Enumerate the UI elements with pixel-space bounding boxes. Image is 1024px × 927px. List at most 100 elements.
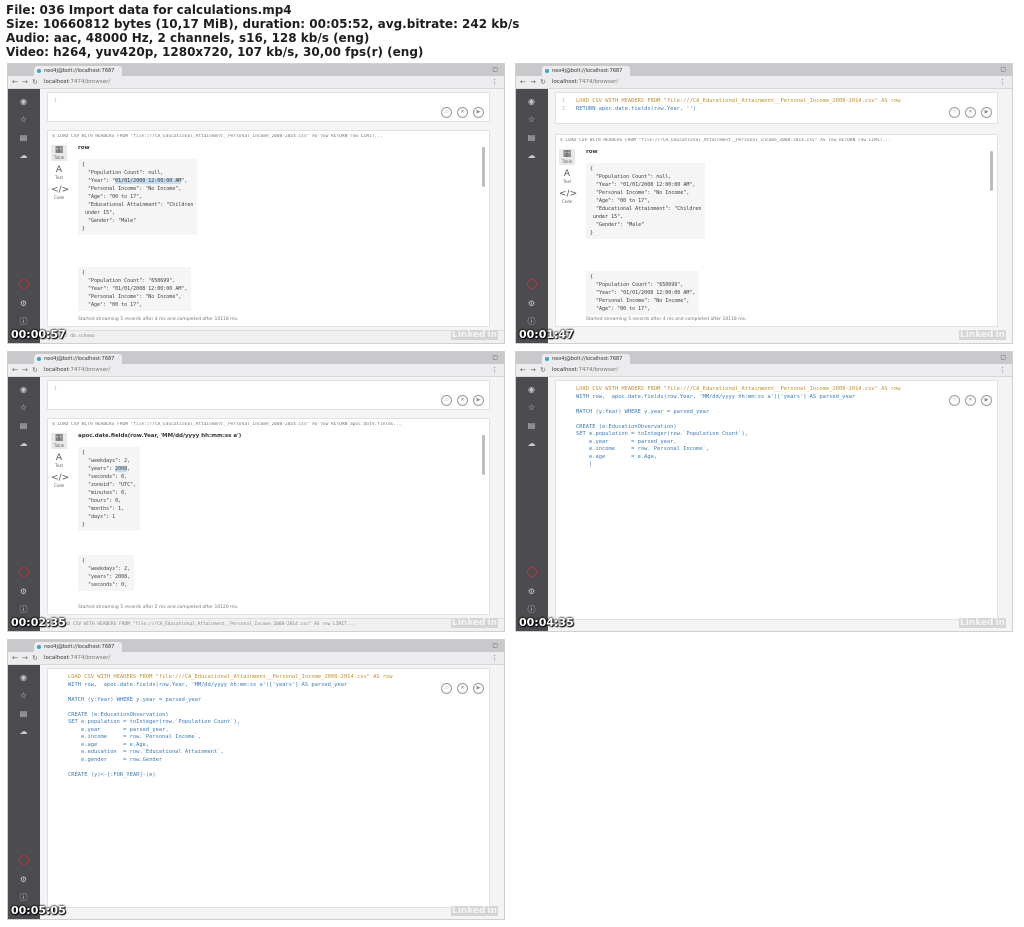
clear-icon[interactable]: ✕ — [965, 395, 976, 406]
browser-tab[interactable]: neo4j@bolt://localhost:7687 — [34, 354, 122, 364]
back-icon[interactable]: ← — [12, 365, 18, 375]
query-editor[interactable]: 1 ☆ ✕ ▶ — [47, 92, 490, 122]
code-line[interactable]: LOAD CSV WITH HEADERS FROM "file:///CA_E… — [68, 674, 393, 682]
about-icon[interactable]: ⓘ — [526, 605, 537, 615]
menu-icon[interactable]: ⋮ — [999, 365, 1006, 375]
cloud-icon[interactable]: ☁ — [18, 439, 29, 449]
docs-icon[interactable]: ▤ — [18, 133, 29, 143]
text-view-tab[interactable]: A Text — [51, 453, 67, 469]
clear-icon[interactable]: ✕ — [457, 683, 468, 694]
url-text[interactable]: localhost:7474/browser/ — [552, 77, 618, 87]
run-icon[interactable]: ▶ — [981, 395, 992, 406]
reload-icon[interactable]: ↻ — [32, 365, 38, 375]
address-bar[interactable]: ← → ↻ localhost:7474/browser/ ⋮ — [516, 76, 1012, 89]
back-icon[interactable]: ← — [12, 653, 18, 663]
database-icon[interactable]: ◉ — [18, 97, 29, 107]
reload-icon[interactable]: ↻ — [32, 77, 38, 87]
code-view-tab[interactable]: </> Code — [51, 185, 69, 201]
browser-tab[interactable]: neo4j@bolt://localhost:7687 — [34, 642, 122, 652]
code-line[interactable]: e.gender = row.Gender — [68, 757, 393, 765]
code-line[interactable]: SET e.population = toInteger(row.`Popula… — [68, 719, 393, 727]
window-control-icon[interactable]: ▢ — [1000, 66, 1006, 73]
about-icon[interactable]: ⓘ — [526, 317, 537, 327]
code-line[interactable]: CREATE (y)<-[:FOR_YEAR]-(e) — [68, 772, 393, 780]
back-icon[interactable]: ← — [520, 365, 526, 375]
run-icon[interactable]: ▶ — [473, 395, 484, 406]
forward-icon[interactable]: → — [530, 365, 536, 375]
database-icon[interactable]: ◉ — [526, 385, 537, 395]
about-icon[interactable]: ⓘ — [18, 317, 29, 327]
menu-icon[interactable]: ⋮ — [491, 77, 498, 87]
database-icon[interactable]: ◉ — [18, 385, 29, 395]
scrollbar[interactable] — [990, 151, 993, 191]
code-line[interactable]: WITH row, apoc.date.fields(row.Year, 'MM… — [68, 682, 393, 690]
favorite-icon[interactable]: ☆ — [949, 395, 960, 406]
menu-icon[interactable]: ⋮ — [999, 77, 1006, 87]
star-icon[interactable]: ☆ — [18, 403, 29, 413]
about-icon[interactable]: ⓘ — [18, 893, 29, 903]
code-line[interactable]: SET e.population = toInteger(row.`Popula… — [576, 431, 901, 439]
code-line[interactable] — [576, 401, 901, 409]
cloud-icon[interactable]: ☁ — [18, 727, 29, 737]
menu-icon[interactable]: ⋮ — [491, 653, 498, 663]
table-view-tab[interactable]: ▦ Table — [51, 433, 67, 449]
star-icon[interactable]: ☆ — [526, 115, 537, 125]
settings-icon[interactable]: ⚙ — [526, 587, 537, 597]
docs-icon[interactable]: ▤ — [18, 421, 29, 431]
query-editor[interactable]: LOAD CSV WITH HEADERS FROM "file:///CA_E… — [47, 668, 490, 908]
url-text[interactable]: localhost:7474/browser/ — [44, 365, 110, 375]
settings-icon[interactable]: ⚙ — [18, 299, 29, 309]
reload-icon[interactable]: ↻ — [540, 77, 546, 87]
address-bar[interactable]: ← → ↻ localhost:7474/browser/ ⋮ — [8, 364, 504, 377]
code-view-tab[interactable]: </> Code — [51, 473, 69, 489]
browser-tab[interactable]: neo4j@bolt://localhost:7687 — [542, 354, 630, 364]
forward-icon[interactable]: → — [22, 365, 28, 375]
text-view-tab[interactable]: A Text — [559, 169, 575, 185]
forward-icon[interactable]: → — [22, 77, 28, 87]
code-line[interactable]: e.education = row.`Educational Attainmen… — [68, 749, 393, 757]
code-line[interactable]: LOAD CSV WITH HEADERS FROM "file:///CA_E… — [576, 386, 901, 394]
code-line[interactable]: CREATE (e:EducationObservation) — [576, 424, 901, 432]
back-icon[interactable]: ← — [12, 77, 18, 87]
address-bar[interactable]: ← → ↻ localhost:7474/browser/ ⋮ — [8, 76, 504, 89]
star-icon[interactable]: ☆ — [18, 691, 29, 701]
window-control-icon[interactable]: ▢ — [492, 642, 498, 649]
address-bar[interactable]: ← → ↻ localhost:7474/browser/ ⋮ — [516, 364, 1012, 377]
docs-icon[interactable]: ▤ — [526, 133, 537, 143]
code-view-tab[interactable]: </> Code — [559, 189, 577, 205]
code-line[interactable]: CREATE (e:EducationObservation) — [68, 712, 393, 720]
clear-icon[interactable]: ✕ — [457, 107, 468, 118]
forward-icon[interactable]: → — [530, 77, 536, 87]
sync-icon[interactable] — [527, 567, 537, 577]
code-line[interactable]: e.year = parsed_year, — [68, 727, 393, 735]
run-icon[interactable]: ▶ — [473, 683, 484, 694]
sync-icon[interactable] — [19, 855, 29, 865]
code-line[interactable]: WITH row, apoc.date.fields(row.Year, 'MM… — [576, 394, 901, 402]
query-editor[interactable]: 1 2 LOAD CSV WITH HEADERS FROM "file:///… — [555, 92, 998, 124]
cloud-icon[interactable]: ☁ — [526, 151, 537, 161]
window-control-icon[interactable]: ▢ — [492, 66, 498, 73]
settings-icon[interactable]: ⚙ — [18, 875, 29, 885]
favorite-icon[interactable]: ☆ — [441, 395, 452, 406]
code-line[interactable]: MATCH (y:Year) WHERE y.year = parsed_yea… — [68, 697, 393, 705]
code-line[interactable] — [68, 689, 393, 697]
sync-icon[interactable] — [527, 279, 537, 289]
star-icon[interactable]: ☆ — [526, 403, 537, 413]
clear-icon[interactable]: ✕ — [965, 107, 976, 118]
browser-tab[interactable]: neo4j@bolt://localhost:7687 — [34, 66, 122, 76]
history-bar[interactable]: :call db.schema — [40, 330, 504, 343]
scrollbar[interactable] — [482, 435, 485, 475]
table-view-tab[interactable]: ▦ Table — [51, 145, 67, 161]
url-text[interactable]: localhost:7474/browser/ — [44, 77, 110, 87]
reload-icon[interactable]: ↻ — [540, 365, 546, 375]
cloud-icon[interactable]: ☁ — [526, 439, 537, 449]
docs-icon[interactable]: ▤ — [526, 421, 537, 431]
reload-icon[interactable]: ↻ — [32, 653, 38, 663]
database-icon[interactable]: ◉ — [18, 673, 29, 683]
url-text[interactable]: localhost:7474/browser/ — [44, 653, 110, 663]
cloud-icon[interactable]: ☁ — [18, 151, 29, 161]
code-line[interactable] — [68, 704, 393, 712]
history-bar[interactable]: $ LOAD CSV WITH HEADERS FROM "file:///CA… — [40, 618, 504, 631]
code-line[interactable]: e.income = row.`Personal Income`, — [576, 446, 901, 454]
settings-icon[interactable]: ⚙ — [18, 587, 29, 597]
